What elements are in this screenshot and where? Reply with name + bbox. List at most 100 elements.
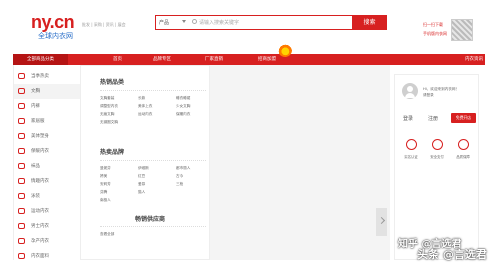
flyout-link[interactable]: 三枪 (176, 182, 183, 187)
sidecat-label: 内裤 (31, 104, 40, 109)
sock-icon (18, 163, 25, 169)
chevron-down-icon[interactable] (182, 20, 186, 23)
flyout-link[interactable]: 安莉芳 (100, 182, 111, 187)
sidecat-label: 运动内衣 (31, 209, 49, 214)
flyout-link[interactable]: 长款 (138, 96, 145, 101)
flyout-link[interactable]: 无钢圈文胸 (100, 120, 118, 125)
app-download-links: 扫一扫下载 手机版内衣网 (423, 20, 447, 38)
sidecat-item[interactable]: 家居服 (14, 114, 81, 129)
divider (100, 226, 206, 227)
shapewear-icon (18, 133, 25, 139)
sidecat-item[interactable]: 男士内衣 (14, 219, 81, 234)
free-open-store-button[interactable]: 免费开店 (451, 113, 476, 123)
divider (100, 160, 206, 161)
sidecat-label: 泳装 (31, 194, 40, 199)
sidecat-item[interactable]: 美体塑身 (14, 129, 81, 144)
sidecat-label: 男士内衣 (31, 224, 49, 229)
flyout-link[interactable]: 猫人 (138, 190, 145, 195)
flyout-link[interactable]: 查看全部 (100, 232, 114, 237)
flyout-link[interactable]: 都市丽人 (176, 166, 190, 171)
nav-item-factory-direct[interactable]: 厂家直销 (205, 54, 223, 65)
flyout-link[interactable]: 睡衣睡裙 (176, 96, 190, 101)
sidecat-label: 孕产内衣 (31, 239, 49, 244)
flyout-link[interactable]: 伊维斯 (138, 166, 149, 171)
nav-item-home[interactable]: 首页 (113, 54, 122, 65)
quality-icon (457, 139, 469, 150)
search-icon (192, 19, 197, 24)
sidecat-item[interactable]: 孕产内衣 (14, 234, 81, 249)
chevron-right-icon (377, 216, 386, 225)
flyout-link[interactable]: 婷美 (100, 174, 107, 179)
watermark-toutiao: 头条 @言选君 (417, 248, 487, 261)
flyout-link[interactable]: 红豆 (138, 174, 145, 179)
avatar-head (407, 86, 413, 92)
banner-area (210, 65, 390, 260)
flyout-link[interactable]: 爱慕 (138, 182, 145, 187)
flyout-link[interactable]: 文胸套装 (100, 96, 114, 101)
hot-icon (18, 73, 25, 79)
feature-secure-pay[interactable]: 安全支付 (425, 139, 449, 159)
sidecat-item[interactable]: 泳装 (14, 189, 81, 204)
category-flyout: 热销品类 文胸套装 长款 睡衣睡裙 调整型内衣 美体上衣 少女文胸 无痕文胸 运… (80, 65, 210, 260)
sidecat-item[interactable]: 情趣内衣 (14, 174, 81, 189)
site-logo[interactable]: ny.cn 全球内衣网 (31, 12, 81, 40)
main-nav: 全部商品分类 首页 品牌专区 厂家直销 招商加盟 内衣资讯 (13, 54, 485, 65)
sidecat-item[interactable]: 袜品 (14, 159, 81, 174)
scan-download-link[interactable]: 扫一扫下载 (423, 20, 447, 29)
logo-main-text: ny.cn (31, 12, 75, 32)
feature-label: 实名认证 (404, 155, 418, 159)
mens-icon (18, 223, 25, 229)
sidecat-item-active[interactable]: 文胸 (14, 84, 81, 99)
flyout-link[interactable]: 运动内衣 (138, 112, 152, 117)
feature-label: 安全支付 (430, 155, 444, 159)
avatar-body (405, 93, 415, 98)
flyout-link[interactable]: 调整型内衣 (100, 104, 118, 109)
login-button[interactable]: 登录 (403, 115, 413, 122)
sidecat-item[interactable]: 内裤 (14, 99, 81, 114)
sports-icon (18, 208, 25, 214)
maternity-icon (18, 238, 25, 244)
sidecat-label: 家居服 (31, 119, 45, 124)
register-button[interactable]: 注册 (428, 115, 438, 122)
flyout-link[interactable]: 保暖内衣 (176, 112, 190, 117)
feature-quality[interactable]: 品质保障 (451, 139, 475, 159)
logo-sub-text: 全球内衣网 (38, 32, 73, 40)
welcome-text: Hi，欢迎来到内衣网！ 请登录 (423, 86, 459, 98)
search-category-select[interactable]: 产品 (159, 19, 169, 26)
slider-next-button[interactable] (376, 208, 387, 236)
sidecat-item[interactable]: 保暖内衣 (14, 144, 81, 159)
sidecat-label: 袜品 (31, 164, 40, 169)
feature-verified[interactable]: 实名认证 (399, 139, 423, 159)
search-input[interactable] (189, 16, 354, 29)
flyout-link[interactable]: 芬腾 (100, 190, 107, 195)
welcome-login-link[interactable]: 请登录 (423, 92, 459, 98)
sidecat-item[interactable]: 运动内衣 (14, 204, 81, 219)
flyout-link[interactable]: 美体上衣 (138, 104, 152, 109)
nav-all-categories[interactable]: 全部商品分类 (13, 54, 68, 65)
header-top-links[interactable]: 批发 | 采购 | 资讯 | 展会 (82, 22, 126, 28)
page: ny.cn 全球内衣网 批发 | 采购 | 资讯 | 展会 产品 搜索 扫一扫下… (0, 0, 499, 265)
sidecat-item[interactable]: 当季热卖 (14, 69, 81, 84)
swimwear-icon (18, 193, 25, 199)
flyout-link[interactable]: 少女文胸 (176, 104, 190, 109)
nav-item-news[interactable]: 内衣资讯 (465, 54, 483, 65)
flyout-link[interactable]: 南极人 (100, 198, 111, 203)
section-title-hot-categories: 热销品类 (100, 79, 125, 86)
sidecat-label: 当季热卖 (31, 74, 49, 79)
sidecat-item[interactable]: 内衣面料 (14, 249, 81, 264)
nav-item-brands[interactable]: 品牌专区 (153, 54, 171, 65)
flyout-link[interactable]: 曼妮芬 (100, 166, 111, 171)
flyout-link[interactable]: 无痕文胸 (100, 112, 114, 117)
sidecat-label: 情趣内衣 (31, 179, 49, 184)
mobile-site-link[interactable]: 手机版内衣网 (423, 29, 447, 38)
nav-item-franchise[interactable]: 招商加盟 (258, 54, 276, 65)
section-title-suppliers: 畅销供应商 (135, 216, 166, 223)
search-bar: 产品 搜索 (155, 15, 387, 30)
divider (100, 90, 206, 91)
heart-icon (18, 253, 25, 259)
qr-code-image (451, 19, 473, 41)
search-button[interactable]: 搜索 (352, 15, 387, 30)
flyout-link[interactable]: 古今 (176, 174, 183, 179)
sidecat-label: 保暖内衣 (31, 149, 49, 154)
shield-icon (431, 139, 443, 150)
